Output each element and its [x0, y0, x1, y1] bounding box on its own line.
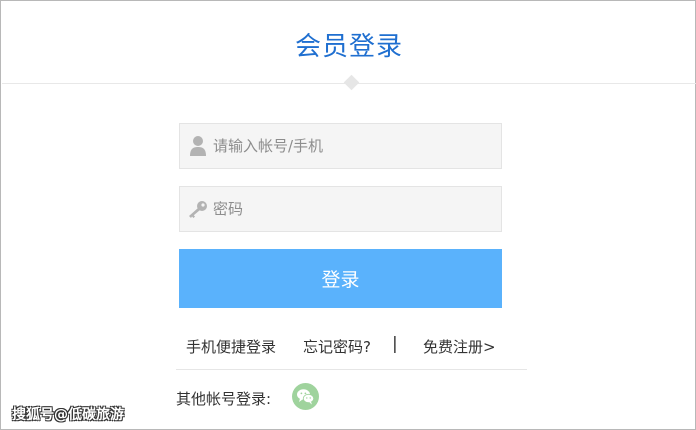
phone-login-link[interactable]: 手机便捷登录 — [186, 336, 276, 357]
username-input[interactable] — [213, 124, 483, 168]
password-field[interactable] — [179, 186, 502, 232]
forgot-password-link[interactable]: 忘记密码? — [303, 336, 371, 357]
key-icon — [183, 187, 213, 231]
divider — [176, 369, 527, 370]
watermark: 搜狐号@低碳旅游 — [12, 407, 124, 423]
password-input[interactable] — [213, 187, 483, 231]
link-separator: | — [392, 334, 398, 354]
other-login-label: 其他帐号登录: — [176, 390, 272, 408]
wechat-icon[interactable] — [292, 383, 319, 410]
login-header: 会员登录 — [2, 2, 696, 84]
login-panel: 会员登录 登录 手机便捷登录 忘记密码? | 免费注册> 其他帐号登录: — [0, 0, 696, 430]
register-link[interactable]: 免费注册> — [423, 336, 496, 357]
login-button[interactable]: 登录 — [179, 249, 502, 308]
user-icon — [183, 124, 213, 168]
username-field[interactable] — [179, 123, 502, 169]
page-title: 会员登录 — [294, 32, 403, 62]
